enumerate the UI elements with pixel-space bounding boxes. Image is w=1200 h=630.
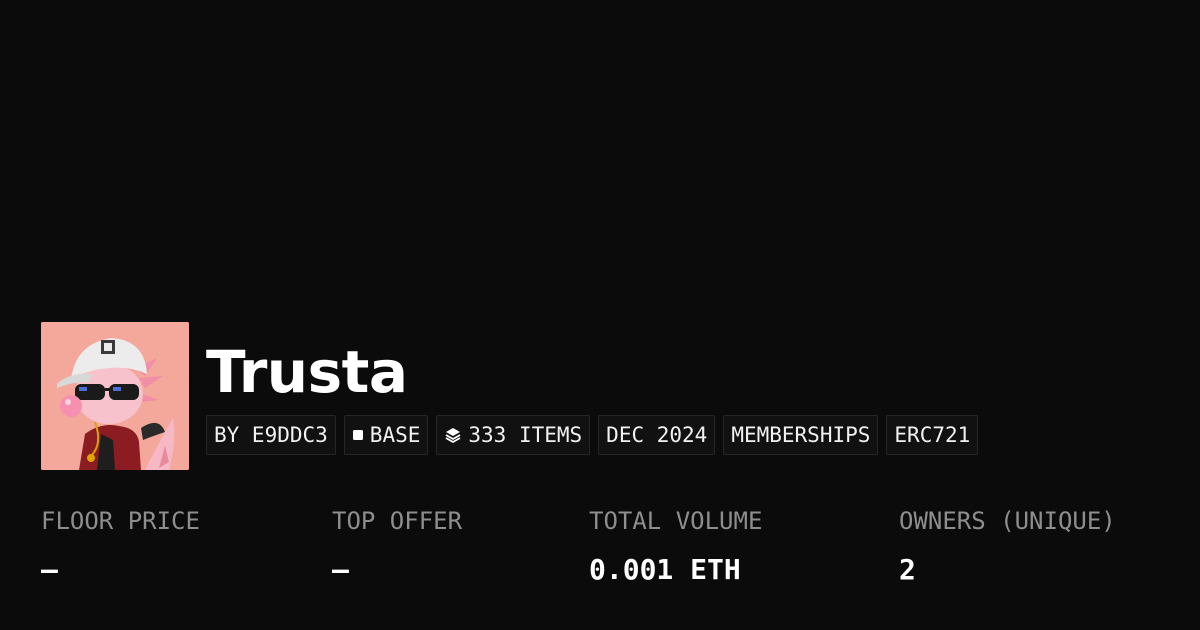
stat-label: TOTAL VOLUME [589, 507, 763, 535]
layers-icon [444, 426, 462, 444]
stat-top-offer: TOP OFFER – [332, 505, 462, 587]
stat-value: – [41, 553, 58, 586]
chain-chip[interactable]: BASE [343, 415, 429, 455]
axolotl-avatar-icon [41, 322, 189, 470]
collection-stats: FLOOR PRICE – TOP OFFER – TOTAL VOLUME 0… [0, 505, 1200, 605]
collection-avatar [41, 322, 189, 470]
stat-label: TOP OFFER [332, 507, 463, 535]
stat-owners: OWNERS (UNIQUE) 2 [899, 505, 1116, 587]
chip-label: MEMBERSHIPS [731, 423, 871, 447]
items-chip[interactable]: 333 ITEMS [436, 415, 591, 455]
chip-label: DEC 2024 [606, 423, 708, 447]
date-chip: DEC 2024 [598, 415, 716, 455]
collection-header: Trusta BY E9DDC3 BASE 333 ITEMS DEC 2024… [41, 322, 979, 470]
chip-label: BASE [369, 423, 421, 447]
creator-chip[interactable]: BY E9DDC3 [206, 415, 336, 455]
collection-card: Trusta BY E9DDC3 BASE 333 ITEMS DEC 2024… [0, 0, 1200, 630]
stat-total-volume: TOTAL VOLUME 0.001 ETH [589, 505, 762, 587]
stat-label: FLOOR PRICE [41, 507, 200, 535]
collection-tags: BY E9DDC3 BASE 333 ITEMS DEC 2024 MEMBER… [206, 415, 979, 455]
chip-label: 333 ITEMS [468, 423, 583, 447]
stat-value: 0.001 ETH [589, 553, 741, 586]
chip-label: ERC721 [894, 423, 971, 447]
title-block: Trusta BY E9DDC3 BASE 333 ITEMS DEC 2024… [206, 322, 979, 470]
stat-value: – [332, 553, 349, 586]
chip-label: BY E9DDC3 [214, 423, 328, 447]
category-chip[interactable]: MEMBERSHIPS [723, 415, 879, 455]
collection-title: Trusta [206, 338, 408, 406]
stat-value: 2 [899, 553, 916, 586]
stat-floor-price: FLOOR PRICE – [41, 505, 200, 587]
standard-chip: ERC721 [886, 415, 979, 455]
square-icon [352, 429, 364, 441]
stat-label: OWNERS (UNIQUE) [899, 507, 1116, 535]
